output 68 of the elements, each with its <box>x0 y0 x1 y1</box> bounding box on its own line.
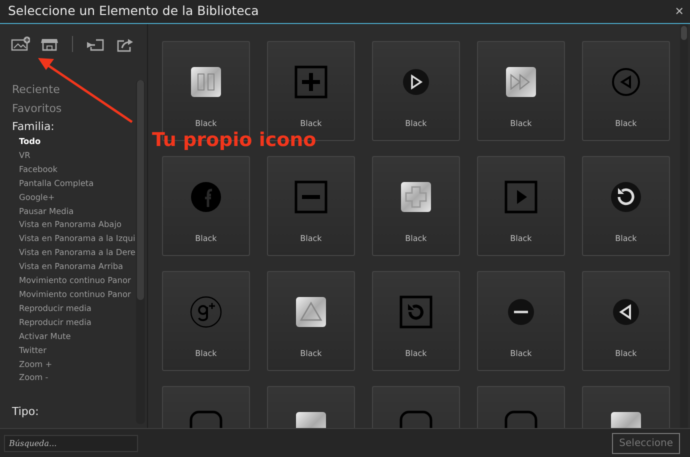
section-heading: Tipo: <box>12 404 39 420</box>
library-tile[interactable]: Black <box>582 156 670 256</box>
sidebar-item[interactable]: Movimiento continuo Panor <box>12 288 147 302</box>
tile-label: Black <box>405 118 427 130</box>
tile-label: Black <box>615 348 637 360</box>
minus-icon <box>293 179 329 215</box>
scrollbar[interactable] <box>680 24 688 428</box>
sidebar-link[interactable]: Reciente <box>12 80 147 99</box>
sidebar-item[interactable]: Vista en Panorama a la Izqui <box>12 232 147 246</box>
sidebar-item[interactable]: Google+ <box>12 190 147 205</box>
library-tile[interactable]: Black <box>267 156 355 256</box>
library-tile[interactable]: Black <box>477 156 565 256</box>
section-heading: Familia: <box>12 119 54 135</box>
library-tile[interactable]: Black <box>582 41 670 141</box>
tile-label: Black <box>510 118 532 130</box>
library-tile[interactable]: Black <box>477 271 565 371</box>
sidebar-item[interactable]: VR <box>12 148 147 163</box>
facebook-icon <box>188 179 224 215</box>
tile-label: Black <box>510 348 532 360</box>
tile-label: Black <box>300 118 322 130</box>
sidebar-item[interactable]: Reproducir media <box>12 302 147 316</box>
close-button[interactable]: ✕ <box>668 6 690 17</box>
library-tile[interactable]: Black <box>372 271 460 371</box>
sidebar-item[interactable]: Zoom + <box>12 358 147 372</box>
library-tile[interactable]: Black <box>582 271 670 371</box>
sidebar-item[interactable]: Vista en Panorama a la Dere <box>12 246 147 260</box>
reload-icon <box>398 294 434 330</box>
library-tile[interactable]: Black <box>372 156 460 256</box>
sidebar-item[interactable]: Todo <box>12 135 147 149</box>
library-tile[interactable]: Black <box>372 41 460 141</box>
tile-label: Black <box>615 118 637 130</box>
tile-label: Black <box>300 233 322 245</box>
tile-label: Black <box>195 118 217 130</box>
sidebar-item[interactable]: Pantalla Completa <box>12 176 147 191</box>
play-icon <box>503 179 539 215</box>
search-field[interactable]: Búsqueda... <box>4 434 138 452</box>
sidebar-item[interactable]: Vista en Panorama Arriba <box>12 260 147 274</box>
fast-forward-icon <box>503 64 539 100</box>
tile-label: Black <box>405 348 427 360</box>
library-tile[interactable]: Black <box>477 41 565 141</box>
export-icon[interactable] <box>115 36 134 52</box>
sidebar-item[interactable]: Zoom - <box>12 371 147 386</box>
sidebar-item[interactable]: Vista en Panorama Abajo <box>12 218 147 232</box>
sidebar-item[interactable]: Twitter <box>12 344 147 358</box>
image-add-icon[interactable] <box>11 36 30 52</box>
storefront-icon[interactable] <box>40 36 59 52</box>
pause-icon <box>188 64 224 100</box>
sidebar-link[interactable]: Favoritos <box>12 99 147 118</box>
tile-label: Black <box>195 348 217 360</box>
sidebar-item[interactable]: Facebook <box>12 162 147 177</box>
library-tile[interactable]: Black <box>162 156 250 256</box>
warning-icon <box>293 294 329 330</box>
sidebar-item[interactable]: Pausar Media <box>12 204 147 218</box>
sidebar-item[interactable]: Movimiento continuo Panor <box>12 274 147 288</box>
tile-label: Black <box>195 233 217 245</box>
reload-icon <box>608 179 644 215</box>
plus-icon <box>293 64 329 100</box>
window-title: Seleccione un Elemento de la Biblioteca <box>8 2 259 20</box>
sidebar-item[interactable]: Activar Mute <box>12 330 147 344</box>
tile-label: Black <box>405 233 427 245</box>
tile-label: Black <box>510 233 532 245</box>
sidebar-item[interactable]: Reproducir media <box>12 316 147 330</box>
google-plus-icon <box>188 294 224 330</box>
library-tile[interactable]: Black <box>267 271 355 371</box>
cross-icon <box>398 179 434 215</box>
tile-label: Black <box>615 233 637 245</box>
library-tile[interactable]: Black <box>162 271 250 371</box>
tile-label: Black <box>300 348 322 360</box>
